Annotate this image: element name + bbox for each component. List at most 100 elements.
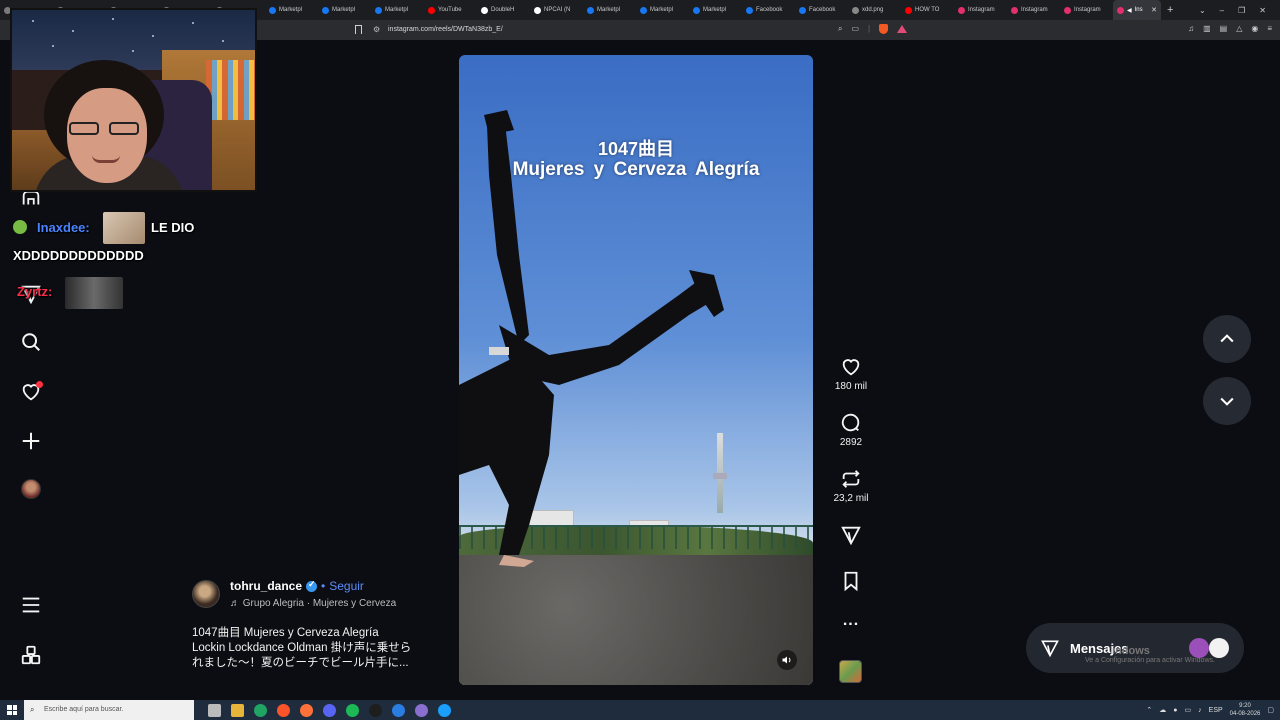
previous-reel-button[interactable] — [1203, 315, 1251, 363]
tray-mic-icon[interactable]: ● — [1173, 707, 1177, 714]
repost-action[interactable]: 23,2 mil — [826, 468, 876, 504]
browser-tab[interactable]: Marketpl — [371, 0, 424, 20]
message-avatar-1 — [1189, 638, 1209, 658]
author-username[interactable]: tohru_dance — [230, 579, 302, 593]
brave-rewards-icon[interactable] — [897, 25, 908, 33]
tab-label: DoubleH — [491, 7, 515, 13]
comment-icon[interactable] — [840, 412, 862, 434]
browser-tab[interactable]: NPCAI (N — [530, 0, 583, 20]
browser-tab[interactable]: Marketpl — [636, 0, 689, 20]
taskbar-app-icon[interactable] — [254, 703, 267, 717]
browser-tab[interactable]: Marketpl — [583, 0, 636, 20]
more-menu-icon[interactable] — [19, 593, 43, 617]
notifications-icon[interactable]: ▢ — [1267, 706, 1274, 714]
tray-network-icon[interactable]: ▭ — [1185, 706, 1192, 714]
close-tab-icon[interactable]: ✕ — [1151, 6, 1157, 14]
browser-tab[interactable]: Facebook — [795, 0, 848, 20]
wallet-icon[interactable]: ◉ — [1251, 24, 1258, 33]
heart-icon[interactable] — [840, 356, 862, 378]
tab-favicon-icon — [481, 6, 488, 14]
browser-tab[interactable]: xdd.png — [848, 0, 901, 20]
taskbar-app-icon[interactable] — [231, 703, 244, 717]
site-info-icon[interactable]: ⚙ — [373, 24, 380, 36]
browser-tab[interactable]: Marketpl — [318, 0, 371, 20]
next-reel-button[interactable] — [1203, 377, 1251, 425]
comment-action[interactable]: 2892 — [826, 412, 876, 448]
bookmark-save-icon[interactable] — [840, 570, 862, 592]
original-audio-thumbnail[interactable] — [839, 660, 862, 683]
author-avatar[interactable] — [192, 580, 220, 608]
tray-cloud-icon[interactable]: ☁ — [1159, 706, 1166, 714]
url-field[interactable]: ⚙ instagram.com/reels/DWTaN38zb_E/ — [370, 24, 910, 36]
tab-favicon-icon — [1064, 6, 1071, 14]
taskbar-app-icon[interactable] — [300, 703, 313, 717]
extensions-icon[interactable]: ▤ — [1220, 24, 1228, 33]
keyboard-language[interactable]: ESP — [1209, 707, 1223, 714]
new-tab-button[interactable]: + — [1161, 4, 1179, 16]
browser-tab[interactable]: Facebook — [742, 0, 795, 20]
like-count: 180 mil — [834, 381, 868, 392]
rewards-icon[interactable]: △ — [1236, 24, 1242, 33]
notifications-heart-icon[interactable] — [19, 380, 43, 404]
start-button[interactable] — [0, 700, 24, 720]
browser-tab[interactable]: Marketpl — [265, 0, 318, 20]
browser-tab-active[interactable]: ◀ Ins ✕ — [1113, 0, 1161, 20]
taskbar-app-icon[interactable] — [346, 703, 359, 717]
browser-tab[interactable]: Instagram — [1060, 0, 1113, 20]
create-plus-icon[interactable] — [19, 429, 43, 453]
menu-icon[interactable]: ≡ — [1267, 24, 1272, 33]
search-icon[interactable] — [19, 330, 43, 354]
webcam-glasses — [69, 122, 147, 136]
tray-volume-icon[interactable]: ♪ — [1198, 707, 1202, 714]
browser-tab[interactable]: Instagram — [954, 0, 1007, 20]
also-from-meta-icon[interactable] — [19, 643, 43, 667]
close-window-button[interactable]: ✕ — [1259, 6, 1266, 15]
tab-favicon-icon — [958, 6, 965, 14]
chevron-down-icon — [1220, 397, 1234, 406]
audio-info[interactable]: ♬ Grupo Alegria · Mujeres y Cerveza — [230, 598, 396, 609]
browser-tab[interactable]: HOW TO — [901, 0, 954, 20]
clock-date: 04-08-2026 — [1229, 711, 1261, 717]
browser-tab[interactable]: YouTube — [424, 0, 477, 20]
taskbar-app-icon[interactable] — [277, 703, 290, 717]
browser-tab[interactable]: Marketpl — [689, 0, 742, 20]
more-options-button[interactable]: ... — [826, 612, 876, 630]
browser-tab[interactable]: Instagram — [1007, 0, 1060, 20]
tray-chevron-icon[interactable]: ⌃ — [1146, 706, 1152, 714]
taskbar-app-icon[interactable] — [369, 703, 382, 717]
tab-audio-icon[interactable]: ◀ — [1127, 7, 1132, 14]
like-action[interactable]: 180 mil — [826, 356, 876, 392]
taskbar-app-icon[interactable] — [392, 703, 405, 717]
brave-shields-icon[interactable] — [879, 24, 889, 34]
tab-favicon-icon — [322, 6, 329, 14]
save-action[interactable] — [826, 570, 876, 592]
bookmark-icon[interactable] — [355, 25, 362, 34]
media-icon[interactable]: ♫ — [1188, 24, 1194, 33]
mute-button[interactable] — [777, 650, 797, 670]
repost-icon[interactable] — [840, 468, 862, 490]
caption-line-3: れました〜！夏のビーチでビール片手に... — [192, 657, 409, 669]
follow-button[interactable]: Seguir — [329, 579, 364, 593]
taskbar-app-icon[interactable] — [438, 703, 451, 717]
taskbar-app-icon[interactable] — [208, 703, 221, 717]
browser-tab[interactable]: DoubleH — [477, 0, 530, 20]
taskbar-clock[interactable]: 9:20 04-08-2026 — [1230, 702, 1261, 718]
avatar — [21, 479, 41, 499]
address-actions: ⌕ ▭ | — [838, 24, 908, 34]
share-action[interactable] — [826, 524, 876, 546]
comment-count: 2892 — [839, 437, 863, 448]
restore-button[interactable]: ❐ — [1238, 6, 1245, 15]
tab-list-button[interactable]: ⌄ — [1199, 6, 1206, 15]
profile-nav-avatar[interactable] — [19, 477, 43, 501]
caption-text[interactable]: 1047曲目 Mujeres y Cerveza Alegría Lockin … — [192, 626, 432, 671]
taskbar-search[interactable]: ⌕ Escribe aquí para buscar. — [24, 700, 194, 720]
taskbar-app-icon[interactable] — [323, 703, 336, 717]
tab-favicon-icon — [428, 6, 435, 14]
reel-video[interactable]: 1047曲目 Mujeres y Cerveza Alegría — [459, 55, 813, 685]
share-icon[interactable] — [840, 524, 862, 546]
taskbar-app-icon[interactable] — [415, 703, 428, 717]
sidebar-icon[interactable]: ▥ — [1203, 24, 1211, 33]
cast-icon[interactable]: ▭ — [851, 24, 859, 34]
zoom-icon[interactable]: ⌕ — [838, 24, 842, 34]
minimize-button[interactable]: – — [1220, 6, 1224, 15]
